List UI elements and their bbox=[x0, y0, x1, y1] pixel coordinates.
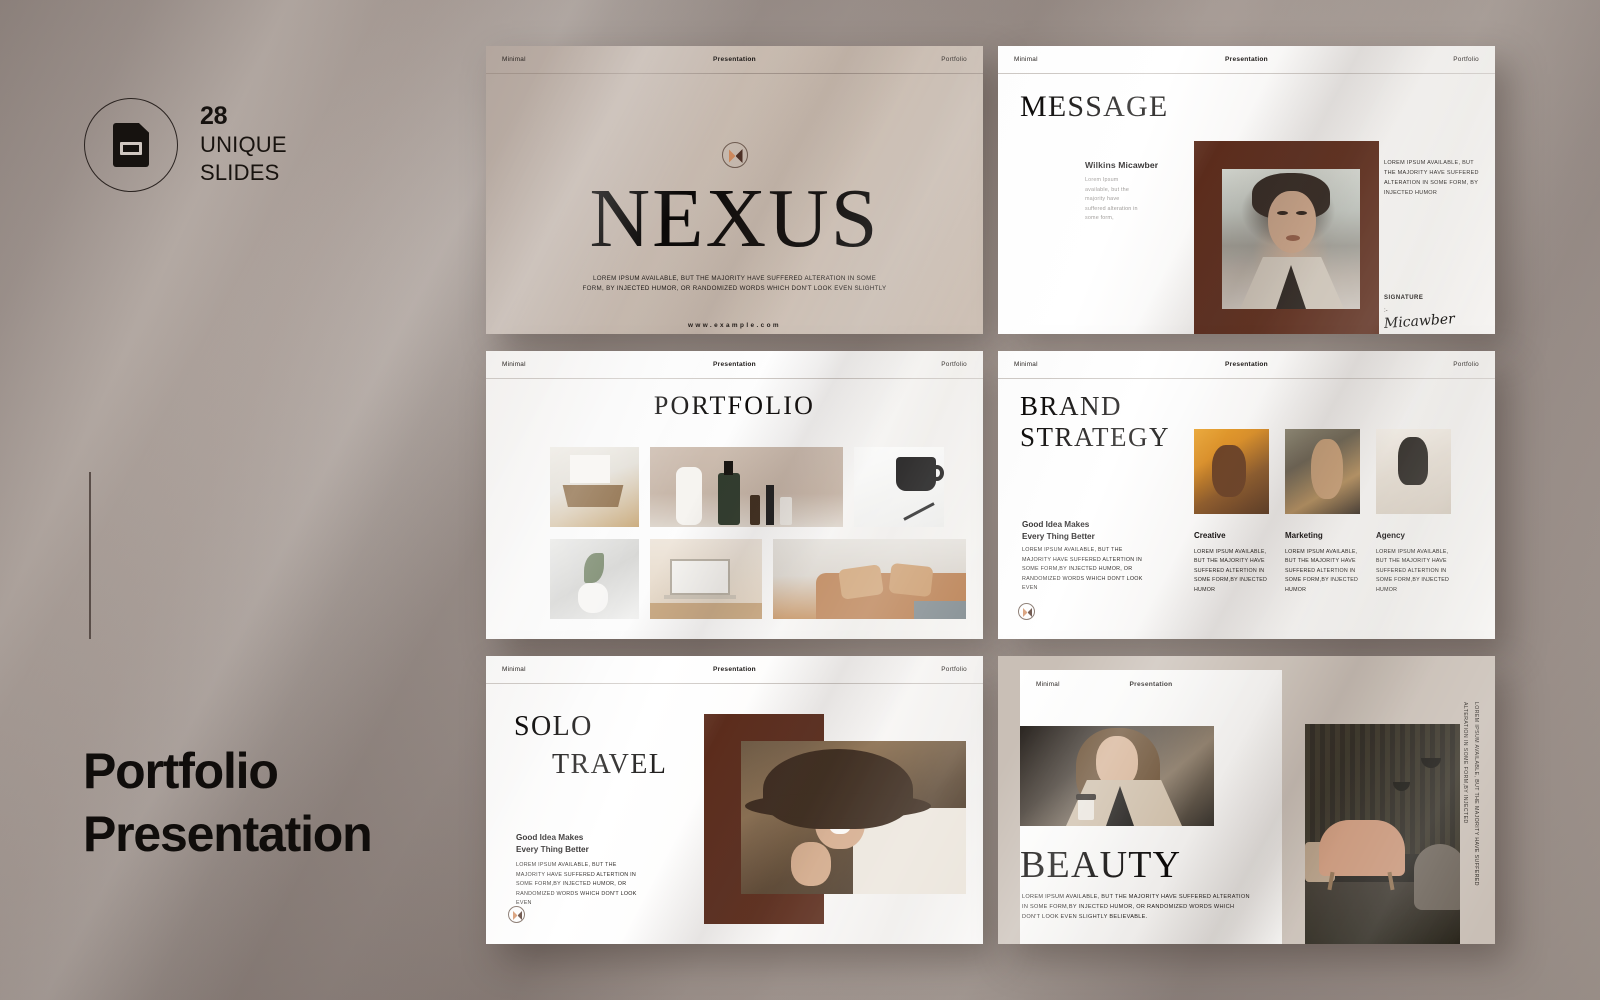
slide-header: Minimal Presentation Portfolio bbox=[486, 46, 983, 74]
slide-beauty[interactable]: Minimal Presentation Portfolio BEAUTY LO… bbox=[998, 656, 1495, 944]
slide-header-center: Presentation bbox=[1129, 680, 1173, 688]
slide-portfolio[interactable]: Minimal Presentation Portfolio PORTFOLIO bbox=[486, 351, 983, 639]
message-right-body: LOREM IPSUM AVAILABLE, BUT THE MAJORITY … bbox=[1384, 160, 1479, 197]
slide-header: Minimal Presentation Portfolio bbox=[998, 351, 1495, 379]
slide-header-center: Presentation bbox=[713, 666, 756, 673]
brand-strategy-subtitle-line2: Every Thing Better bbox=[1022, 532, 1095, 542]
solo-travel-subtitle: Good Idea Makes Every Thing Better bbox=[516, 832, 589, 857]
portrait-photo bbox=[1222, 169, 1360, 309]
strategy-card[interactable]: Agency LOREM IPSUM AVAILABLE, BUT THE MA… bbox=[1376, 429, 1451, 595]
logo-mark-icon bbox=[721, 142, 748, 168]
slide-header: Minimal Presentation Portfolio bbox=[486, 656, 983, 684]
solo-travel-subtitle-line1: Good Idea Makes bbox=[516, 833, 584, 842]
signature-name: Micawber bbox=[1383, 311, 1456, 332]
slide-header: Minimal Presentation Portfolio bbox=[486, 351, 983, 379]
portfolio-thumb[interactable] bbox=[773, 539, 966, 619]
strategy-card-image bbox=[1194, 429, 1269, 514]
strategy-card[interactable]: Marketing LOREM IPSUM AVAILABLE, BUT THE… bbox=[1285, 429, 1360, 595]
portfolio-thumb[interactable] bbox=[650, 539, 762, 619]
message-person-body: Lorem Ipsum available, but the majority … bbox=[1085, 177, 1138, 222]
brand-strategy-title-line1: BRAND bbox=[1020, 391, 1123, 421]
strategy-card-image bbox=[1376, 429, 1451, 514]
solo-travel-title-line2: TRAVEL bbox=[552, 748, 668, 780]
cover-lede: LOREM IPSUM AVAILABLE, BUT THE MAJORITY … bbox=[582, 275, 887, 293]
slide-header-center: Presentation bbox=[1225, 361, 1268, 368]
strategy-card-name: Marketing bbox=[1285, 531, 1323, 540]
strategy-card-body: LOREM IPSUM AVAILABLE, BUT THE MAJORITY … bbox=[1376, 549, 1450, 593]
cover-website: www.example.com bbox=[688, 322, 781, 329]
signature-dash: :- bbox=[1384, 308, 1388, 314]
strategy-card-body: LOREM IPSUM AVAILABLE, BUT THE MAJORITY … bbox=[1285, 549, 1359, 593]
brand-strategy-body: LOREM IPSUM AVAILABLE, BUT THE MAJORITY … bbox=[1022, 547, 1143, 592]
portfolio-grid-row bbox=[550, 447, 944, 527]
beauty-vertical-line2: ALTERATION IN SOME FORM,BY INJECTED bbox=[1462, 702, 1469, 824]
strategy-card-name: Agency bbox=[1376, 531, 1405, 540]
brand-logo bbox=[721, 142, 748, 168]
solo-travel-subtitle-line2: Every Thing Better bbox=[516, 845, 589, 855]
slide-solo-travel[interactable]: Minimal Presentation Portfolio SOLO TRAV… bbox=[486, 656, 983, 944]
portfolio-title: PORTFOLIO bbox=[653, 391, 816, 420]
message-person-name: Wilkins Micawber bbox=[1085, 160, 1159, 170]
beauty-vertical-line1: LOREM IPSUM AVAILABLE, BUT THE MAJORITY … bbox=[1473, 702, 1479, 886]
portfolio-grid-row bbox=[550, 539, 966, 619]
brand-strategy-title-line2: STRATEGY bbox=[1020, 422, 1171, 453]
message-title: MESSAGE bbox=[1020, 90, 1169, 123]
brand-strategy-subtitle-line1: Good Idea Makes bbox=[1022, 520, 1090, 529]
brand-logo bbox=[508, 906, 525, 923]
beauty-vertical-text: LOREM IPSUM AVAILABLE, BUT THE MAJORITY … bbox=[1459, 702, 1481, 932]
solo-travel-photo bbox=[741, 741, 966, 894]
cover-title: NEXUS bbox=[589, 172, 880, 265]
beauty-photo-interior bbox=[1305, 724, 1460, 944]
portfolio-thumb[interactable] bbox=[550, 539, 639, 619]
solo-travel-title: SOLO TRAVEL bbox=[514, 708, 667, 783]
beauty-body: LOREM IPSUM AVAILABLE, BUT THE MAJORITY … bbox=[1022, 894, 1250, 920]
signature-label: SIGNATURE bbox=[1384, 295, 1424, 301]
slide-brand-strategy[interactable]: Minimal Presentation Portfolio BRAND STR… bbox=[998, 351, 1495, 639]
portfolio-thumb[interactable] bbox=[650, 447, 843, 527]
strategy-card-body: LOREM IPSUM AVAILABLE, BUT THE MAJORITY … bbox=[1194, 549, 1268, 593]
slide-message[interactable]: Minimal Presentation Portfolio MESSAGE W… bbox=[998, 46, 1495, 334]
solo-travel-body: LOREM IPSUM AVAILABLE, BUT THE MAJORITY … bbox=[516, 862, 637, 907]
logo-mark-icon bbox=[508, 906, 525, 923]
solo-travel-title-line1: SOLO bbox=[514, 711, 593, 742]
slide-deck: Minimal Presentation Portfolio NEXUS LOR… bbox=[0, 0, 1600, 1000]
slide-header-center: Presentation bbox=[713, 56, 756, 63]
strategy-card-image bbox=[1285, 429, 1360, 514]
strategy-card[interactable]: Creative LOREM IPSUM AVAILABLE, BUT THE … bbox=[1194, 429, 1269, 595]
brand-strategy-title: BRAND STRATEGY bbox=[1020, 391, 1170, 454]
beauty-photo-woman bbox=[1020, 726, 1214, 826]
portfolio-thumb[interactable] bbox=[854, 447, 944, 527]
logo-mark-icon bbox=[1018, 603, 1035, 620]
slide-header: Minimal Presentation Portfolio bbox=[998, 46, 1495, 74]
slide-header-center: Presentation bbox=[713, 361, 756, 368]
beauty-title: BEAUTY bbox=[1020, 844, 1182, 886]
brand-strategy-cards: Creative LOREM IPSUM AVAILABLE, BUT THE … bbox=[1194, 429, 1451, 595]
slide-header-center: Presentation bbox=[1225, 56, 1268, 63]
slide-header: Minimal Presentation Portfolio bbox=[1020, 670, 1282, 698]
brand-strategy-subtitle: Good Idea Makes Every Thing Better bbox=[1022, 519, 1095, 544]
strategy-card-name: Creative bbox=[1194, 531, 1226, 540]
brand-logo bbox=[1018, 603, 1035, 620]
slide-cover-nexus[interactable]: Minimal Presentation Portfolio NEXUS LOR… bbox=[486, 46, 983, 334]
portfolio-thumb[interactable] bbox=[550, 447, 639, 527]
